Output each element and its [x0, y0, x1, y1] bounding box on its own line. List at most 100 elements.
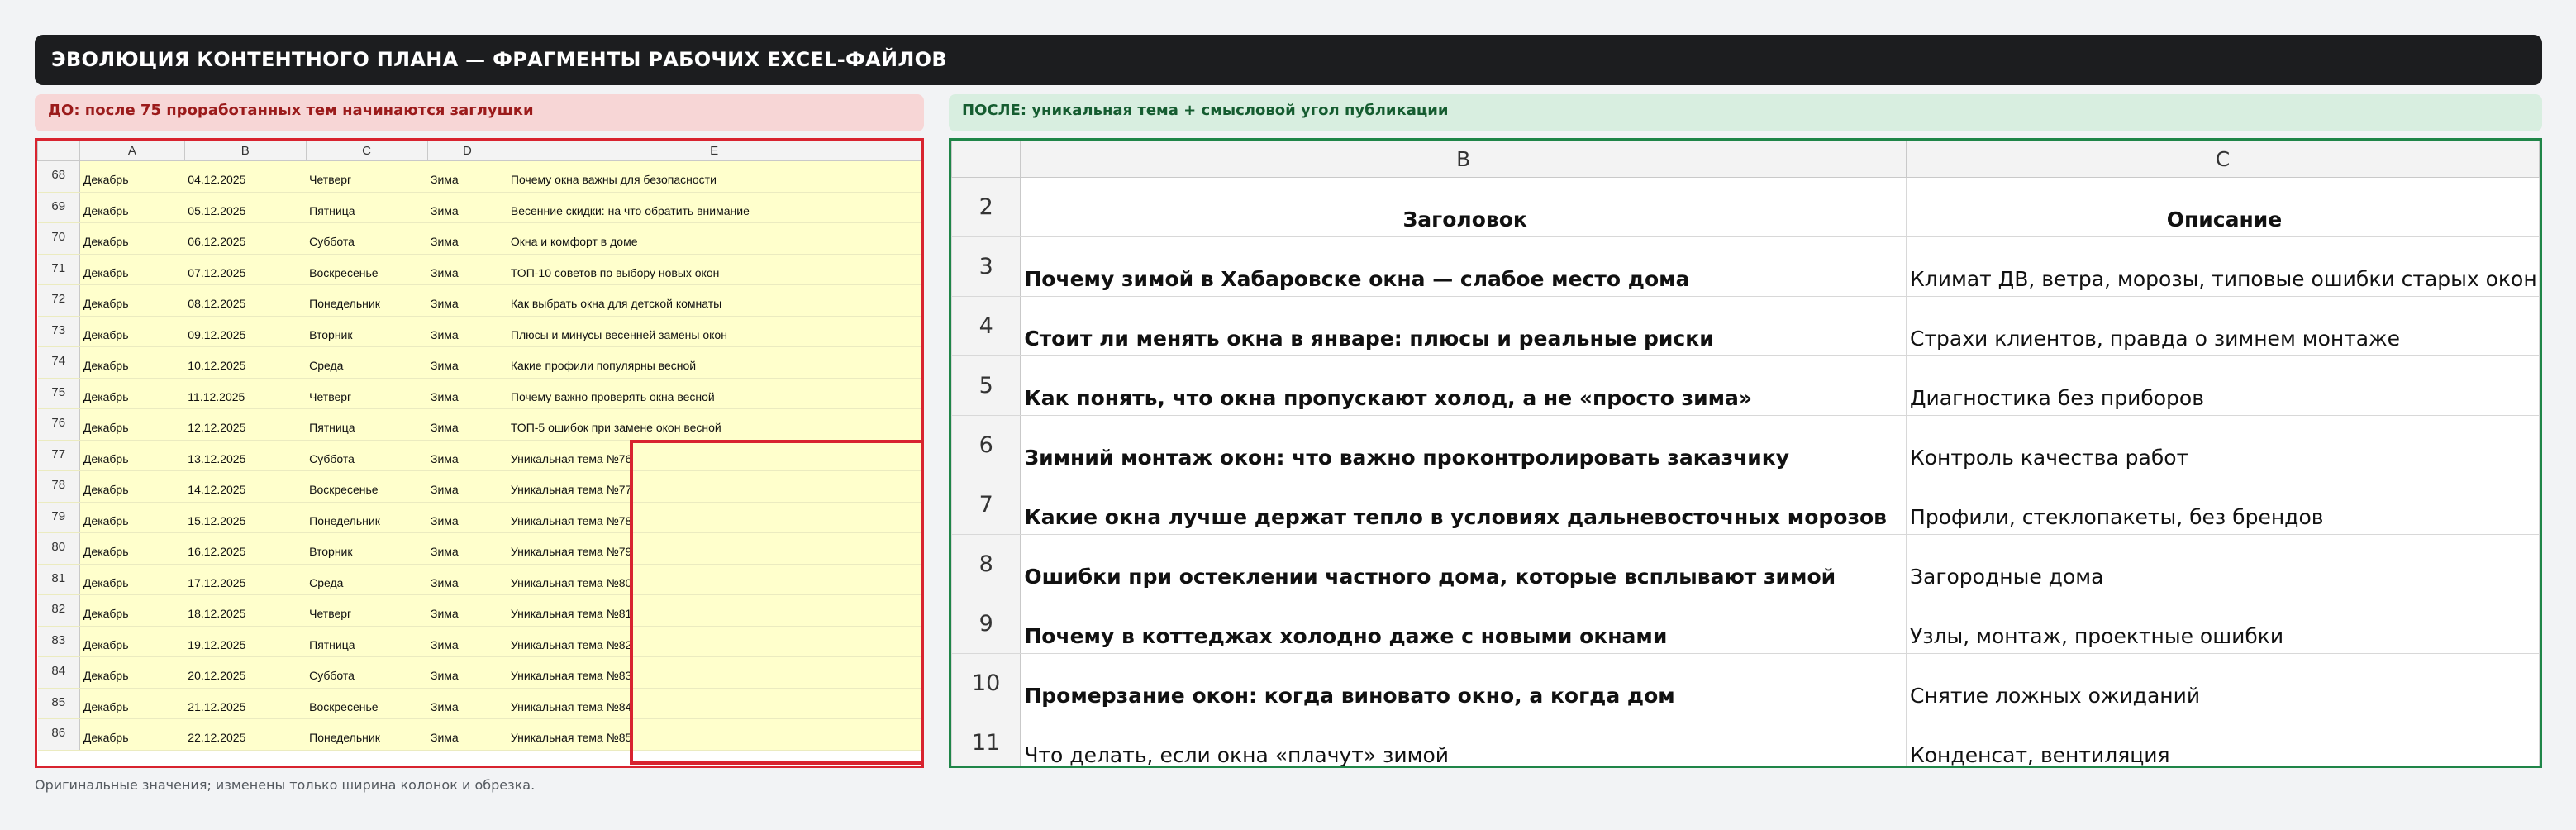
- cell-e[interactable]: Уникальная тема №84: [507, 687, 921, 719]
- cell-a[interactable]: Декабрь: [79, 687, 185, 719]
- cell-a[interactable]: Декабрь: [79, 501, 185, 533]
- cell-a[interactable]: Декабрь: [79, 408, 185, 441]
- cell-description-header[interactable]: Описание: [1906, 177, 2540, 237]
- cell-b[interactable]: 22.12.2025: [184, 718, 307, 751]
- cell-b[interactable]: 11.12.2025: [184, 377, 307, 409]
- cell-title[interactable]: Почему в коттеджах холодно даже с новыми…: [1020, 594, 1907, 654]
- cell-d[interactable]: Зима: [427, 470, 507, 503]
- cell-description[interactable]: Профили, стеклопакеты, без брендов: [1906, 475, 2540, 535]
- cell-a[interactable]: Декабрь: [79, 532, 185, 565]
- cell-a[interactable]: Декабрь: [79, 191, 185, 223]
- cell-title[interactable]: Почему зимой в Хабаровске окна — слабое …: [1020, 236, 1907, 297]
- cell-b[interactable]: 20.12.2025: [184, 656, 307, 689]
- cell-d[interactable]: Зима: [427, 656, 507, 689]
- cell-a[interactable]: Декабрь: [79, 284, 185, 317]
- cell-a[interactable]: Декабрь: [79, 253, 185, 285]
- row-number[interactable]: 5: [951, 355, 1021, 416]
- row-number[interactable]: 11: [951, 713, 1021, 766]
- cell-c[interactable]: Вторник: [306, 315, 427, 347]
- cell-title-header[interactable]: Заголовок: [1020, 177, 1907, 237]
- cell-a[interactable]: Декабрь: [79, 718, 185, 751]
- cell-e[interactable]: Уникальная тема №83: [507, 656, 921, 689]
- cell-e[interactable]: Какие профили популярны весной: [507, 346, 921, 379]
- row-number[interactable]: 69: [37, 191, 80, 223]
- row-number[interactable]: 73: [37, 315, 80, 347]
- cell-title[interactable]: Стоит ли менять окна в январе: плюсы и р…: [1020, 296, 1907, 356]
- row-number[interactable]: 68: [37, 160, 80, 193]
- cell-d[interactable]: Зима: [427, 563, 507, 595]
- row-number[interactable]: 72: [37, 284, 80, 317]
- cell-b[interactable]: 21.12.2025: [184, 687, 307, 719]
- cell-d[interactable]: Зима: [427, 160, 507, 193]
- cell-b[interactable]: 04.12.2025: [184, 160, 307, 193]
- row-number[interactable]: 10: [951, 653, 1021, 713]
- cell-e[interactable]: Уникальная тема №76: [507, 439, 921, 471]
- cell-e[interactable]: Уникальная тема №81: [507, 594, 921, 627]
- cell-e[interactable]: Уникальная тема №82: [507, 625, 921, 657]
- column-header[interactable]: B: [183, 141, 307, 161]
- cell-e[interactable]: Почему важно проверять окна весной: [507, 377, 921, 409]
- cell-b[interactable]: 18.12.2025: [184, 594, 307, 627]
- cell-description[interactable]: Узлы, монтаж, проектные ошибки: [1906, 594, 2540, 654]
- cell-a[interactable]: Декабрь: [79, 439, 185, 471]
- cell-e[interactable]: Уникальная тема №77: [507, 470, 921, 503]
- cell-d[interactable]: Зима: [427, 501, 507, 533]
- cell-c[interactable]: Понедельник: [306, 501, 427, 533]
- row-number[interactable]: 70: [37, 222, 80, 255]
- cell-e[interactable]: Весенние скидки: на что обратить внимани…: [507, 191, 921, 223]
- cell-d[interactable]: Зима: [427, 377, 507, 409]
- cell-e[interactable]: Окна и комфорт в доме: [507, 222, 921, 255]
- cell-a[interactable]: Декабрь: [79, 160, 185, 193]
- cell-a[interactable]: Декабрь: [79, 346, 185, 379]
- cell-e[interactable]: ТОП-10 советов по выбору новых окон: [507, 253, 921, 285]
- cell-c[interactable]: Пятница: [306, 625, 427, 657]
- cell-d[interactable]: Зима: [427, 625, 507, 657]
- cell-b[interactable]: 08.12.2025: [184, 284, 307, 317]
- select-all-corner[interactable]: [951, 141, 1021, 178]
- row-number[interactable]: 82: [37, 594, 80, 627]
- cell-d[interactable]: Зима: [427, 253, 507, 285]
- cell-c[interactable]: Воскресенье: [306, 687, 427, 719]
- cell-title[interactable]: Что делать, если окна «плачут» зимой: [1020, 713, 1907, 766]
- column-header[interactable]: B: [1020, 141, 1907, 178]
- row-number[interactable]: 84: [37, 656, 80, 689]
- row-number[interactable]: 71: [37, 253, 80, 285]
- cell-e[interactable]: Уникальная тема №79: [507, 532, 921, 565]
- cell-c[interactable]: Четверг: [306, 594, 427, 627]
- cell-d[interactable]: Зима: [427, 532, 507, 565]
- cell-b[interactable]: 19.12.2025: [184, 625, 307, 657]
- row-number[interactable]: 83: [37, 625, 80, 657]
- cell-b[interactable]: 06.12.2025: [184, 222, 307, 255]
- cell-c[interactable]: Воскресенье: [306, 253, 427, 285]
- cell-d[interactable]: Зима: [427, 191, 507, 223]
- row-number[interactable]: 81: [37, 563, 80, 595]
- cell-a[interactable]: Декабрь: [79, 470, 185, 503]
- row-number[interactable]: 6: [951, 415, 1021, 475]
- cell-c[interactable]: Пятница: [306, 408, 427, 441]
- cell-b[interactable]: 12.12.2025: [184, 408, 307, 441]
- row-number[interactable]: 78: [37, 470, 80, 503]
- row-number[interactable]: 3: [951, 236, 1021, 297]
- cell-e[interactable]: ТОП-5 ошибок при замене окон весной: [507, 408, 921, 441]
- cell-title[interactable]: Зимний монтаж окон: что важно проконтрол…: [1020, 415, 1907, 475]
- cell-title[interactable]: Какие окна лучше держат тепло в условиях…: [1020, 475, 1907, 535]
- row-number[interactable]: 9: [951, 594, 1021, 654]
- cell-a[interactable]: Декабрь: [79, 594, 185, 627]
- column-header[interactable]: C: [305, 141, 428, 161]
- cell-c[interactable]: Среда: [306, 563, 427, 595]
- cell-b[interactable]: 09.12.2025: [184, 315, 307, 347]
- cell-description[interactable]: Контроль качества работ: [1906, 415, 2540, 475]
- cell-c[interactable]: Вторник: [306, 532, 427, 565]
- row-number[interactable]: 85: [37, 687, 80, 719]
- cell-b[interactable]: 17.12.2025: [184, 563, 307, 595]
- cell-b[interactable]: 14.12.2025: [184, 470, 307, 503]
- cell-description[interactable]: Конденсат, вентиляция: [1906, 713, 2540, 766]
- cell-description[interactable]: Снятие ложных ожиданий: [1906, 653, 2540, 713]
- column-header[interactable]: D: [426, 141, 508, 161]
- cell-b[interactable]: 15.12.2025: [184, 501, 307, 533]
- cell-d[interactable]: Зима: [427, 222, 507, 255]
- cell-a[interactable]: Декабрь: [79, 563, 185, 595]
- row-number[interactable]: 7: [951, 475, 1021, 535]
- cell-title[interactable]: Промерзание окон: когда виновато окно, а…: [1020, 653, 1907, 713]
- row-number[interactable]: 76: [37, 408, 80, 441]
